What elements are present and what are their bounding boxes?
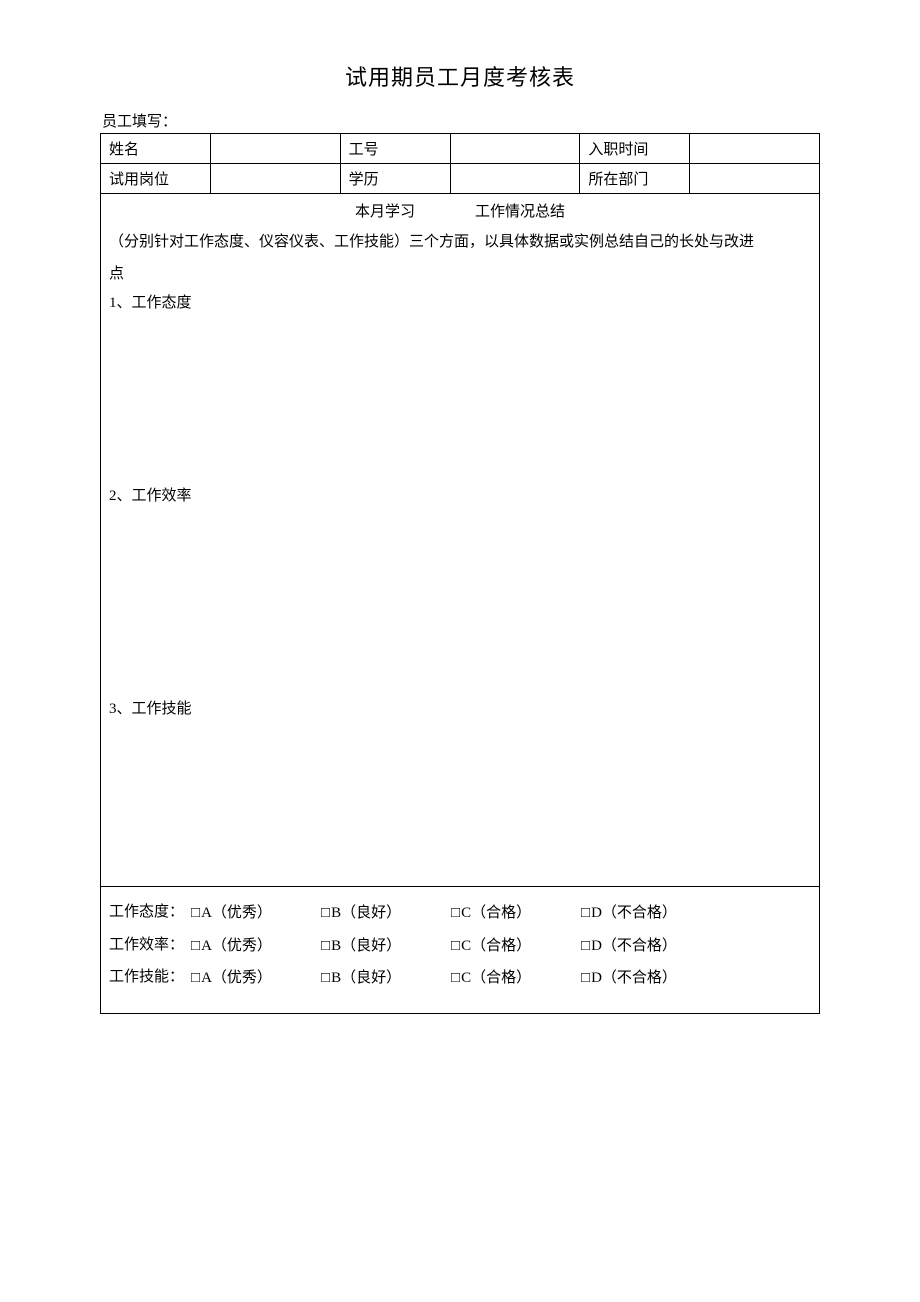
summary-header-left: 本月学习 bbox=[355, 200, 415, 221]
position-label: 试用岗位 bbox=[101, 164, 211, 194]
info-row-1: 姓名 工号 入职时间 bbox=[101, 134, 820, 164]
section-3-input[interactable] bbox=[109, 718, 811, 878]
rating-attitude-label: 工作态度： bbox=[109, 897, 191, 930]
summary-desc-line2: 点 bbox=[109, 259, 811, 289]
summary-header-right: 工作情况总结 bbox=[475, 200, 565, 221]
rating-skill-c[interactable]: □C（合格） bbox=[451, 962, 581, 995]
section-1-input[interactable] bbox=[109, 312, 811, 482]
filler-label: 员工填写： bbox=[100, 110, 820, 131]
rating-opt-text: C（合格） bbox=[461, 970, 531, 986]
checkbox-icon: □ bbox=[321, 930, 330, 962]
checkbox-icon: □ bbox=[451, 930, 460, 962]
checkbox-icon: □ bbox=[321, 962, 330, 994]
checkbox-icon: □ bbox=[581, 897, 590, 929]
education-input[interactable] bbox=[450, 164, 580, 194]
rating-opt-text: D（不合格） bbox=[591, 938, 677, 954]
info-row-2: 试用岗位 学历 所在部门 bbox=[101, 164, 820, 194]
summary-row: 本月学习 工作情况总结 （分别针对工作态度、仪容仪表、工作技能）三个方面，以具体… bbox=[101, 194, 820, 887]
rating-row-skill: 工作技能： □A（优秀） □B（良好） □C（合格） □D（不合格） bbox=[109, 962, 811, 995]
rating-efficiency-b[interactable]: □B（良好） bbox=[321, 930, 451, 963]
checkbox-icon: □ bbox=[191, 962, 200, 994]
summary-cell: 本月学习 工作情况总结 （分别针对工作态度、仪容仪表、工作技能）三个方面，以具体… bbox=[101, 194, 820, 887]
rating-efficiency-c[interactable]: □C（合格） bbox=[451, 930, 581, 963]
section-3-label: 3、工作技能 bbox=[109, 697, 811, 718]
rating-efficiency-label: 工作效率： bbox=[109, 930, 191, 963]
rating-skill-b[interactable]: □B（良好） bbox=[321, 962, 451, 995]
rating-row-efficiency: 工作效率： □A（优秀） □B（良好） □C（合格） □D（不合格） bbox=[109, 930, 811, 963]
hire-date-input[interactable] bbox=[690, 134, 820, 164]
rating-skill-label: 工作技能： bbox=[109, 962, 191, 995]
rating-attitude-c[interactable]: □C（合格） bbox=[451, 897, 581, 930]
checkbox-icon: □ bbox=[451, 897, 460, 929]
name-input[interactable] bbox=[211, 134, 341, 164]
rating-opt-text: C（合格） bbox=[461, 905, 531, 921]
checkbox-icon: □ bbox=[321, 897, 330, 929]
rating-opt-text: B（良好） bbox=[331, 938, 401, 954]
department-label: 所在部门 bbox=[580, 164, 690, 194]
summary-desc-line1: （分别针对工作态度、仪容仪表、工作技能）三个方面，以具体数据或实例总结自己的长处… bbox=[109, 227, 811, 257]
checkbox-icon: □ bbox=[191, 897, 200, 929]
section-1-label: 1、工作态度 bbox=[109, 291, 811, 312]
rating-opt-text: A（优秀） bbox=[201, 938, 272, 954]
rating-attitude-b[interactable]: □B（良好） bbox=[321, 897, 451, 930]
checkbox-icon: □ bbox=[581, 962, 590, 994]
rating-row-container: 工作态度： □A（优秀） □B（良好） □C（合格） □D（不合格） 工作效率：… bbox=[101, 887, 820, 1014]
rating-opt-text: D（不合格） bbox=[591, 905, 677, 921]
department-input[interactable] bbox=[690, 164, 820, 194]
id-input[interactable] bbox=[450, 134, 580, 164]
education-label: 学历 bbox=[340, 164, 450, 194]
rating-opt-text: B（良好） bbox=[331, 970, 401, 986]
summary-header: 本月学习 工作情况总结 bbox=[109, 200, 811, 221]
page-title: 试用期员工月度考核表 bbox=[100, 60, 820, 92]
rating-opt-text: D（不合格） bbox=[591, 970, 677, 986]
rating-efficiency-d[interactable]: □D（不合格） bbox=[581, 930, 711, 963]
name-label: 姓名 bbox=[101, 134, 211, 164]
section-2-input[interactable] bbox=[109, 505, 811, 695]
rating-opt-text: B（良好） bbox=[331, 905, 401, 921]
rating-opt-text: C（合格） bbox=[461, 938, 531, 954]
id-label: 工号 bbox=[340, 134, 450, 164]
rating-opt-text: A（优秀） bbox=[201, 905, 272, 921]
rating-efficiency-a[interactable]: □A（优秀） bbox=[191, 930, 321, 963]
position-input[interactable] bbox=[211, 164, 341, 194]
section-2-label: 2、工作效率 bbox=[109, 484, 811, 505]
rating-skill-d[interactable]: □D（不合格） bbox=[581, 962, 711, 995]
rating-attitude-a[interactable]: □A（优秀） bbox=[191, 897, 321, 930]
info-table: 姓名 工号 入职时间 试用岗位 学历 所在部门 本月学习 工作情况总结 （分别针… bbox=[100, 133, 820, 1014]
checkbox-icon: □ bbox=[581, 930, 590, 962]
rating-skill-a[interactable]: □A（优秀） bbox=[191, 962, 321, 995]
checkbox-icon: □ bbox=[191, 930, 200, 962]
rating-attitude-d[interactable]: □D（不合格） bbox=[581, 897, 711, 930]
checkbox-icon: □ bbox=[451, 962, 460, 994]
rating-cell: 工作态度： □A（优秀） □B（良好） □C（合格） □D（不合格） 工作效率：… bbox=[101, 887, 820, 1014]
rating-opt-text: A（优秀） bbox=[201, 970, 272, 986]
hire-date-label: 入职时间 bbox=[580, 134, 690, 164]
rating-row-attitude: 工作态度： □A（优秀） □B（良好） □C（合格） □D（不合格） bbox=[109, 897, 811, 930]
